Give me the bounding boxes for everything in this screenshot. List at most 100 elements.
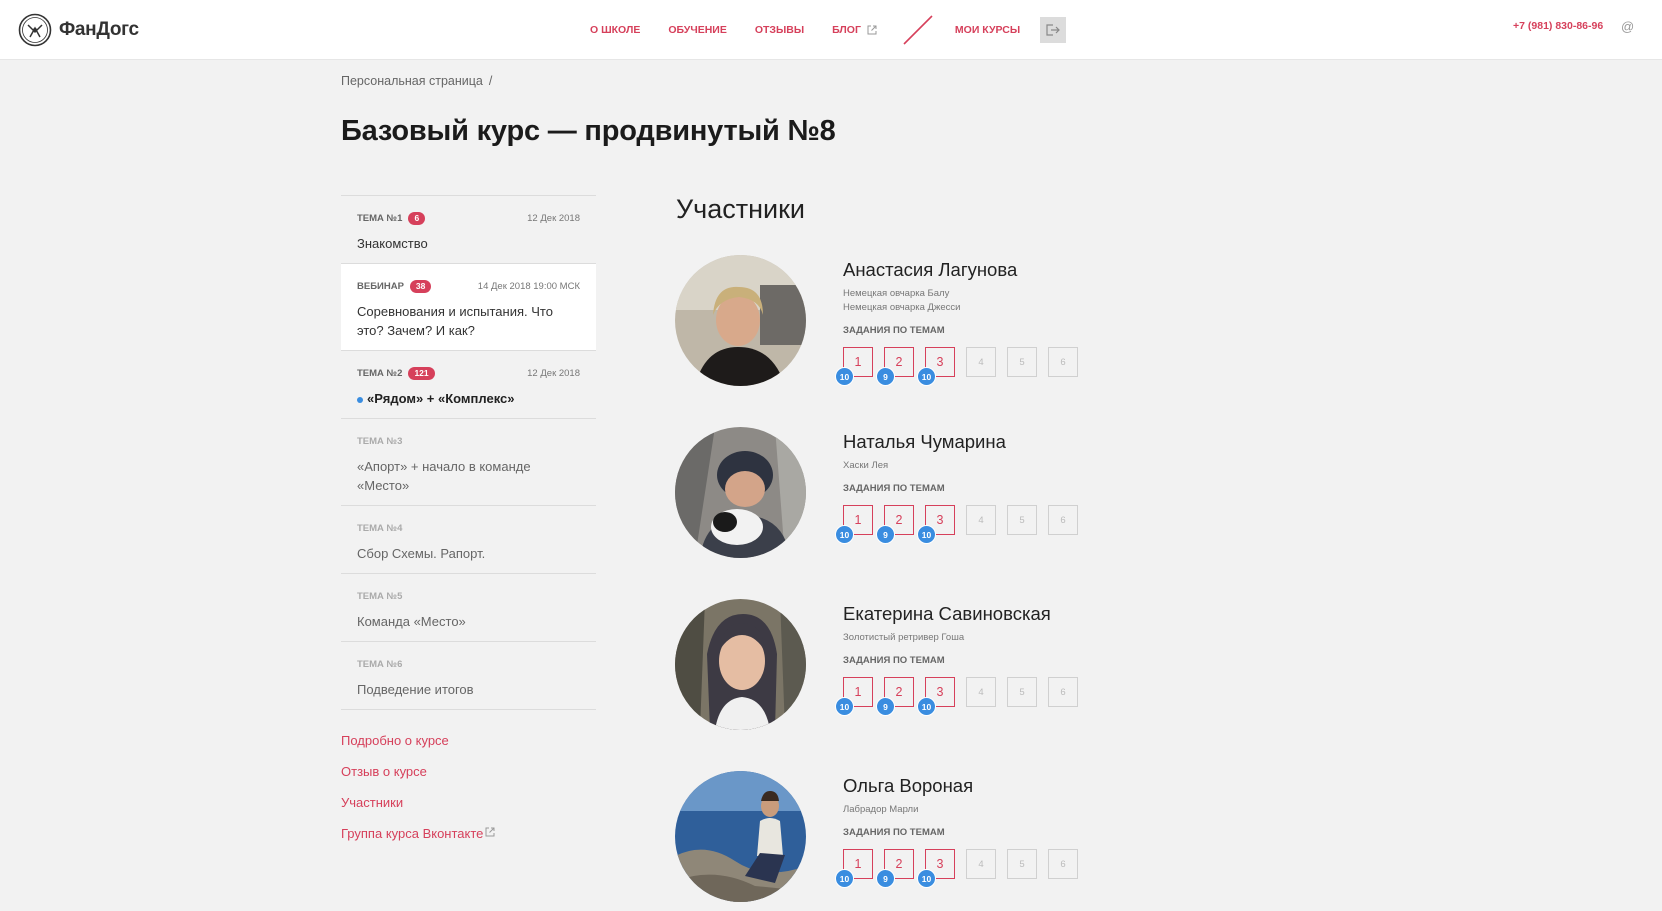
topic-item[interactable]: ТЕМА №5 Команда «Место» [341, 574, 596, 642]
participant-dogs: Золотистый ретривер Гоша [843, 631, 1089, 645]
logo-text: ФанДогс [59, 19, 139, 40]
task-number: 6 [1060, 356, 1066, 368]
participant-name[interactable]: Анастасия Лагунова [843, 259, 1089, 281]
participant-name[interactable]: Екатерина Савиновская [843, 603, 1089, 625]
task-box[interactable]: 3 10 [917, 347, 955, 386]
topic-item[interactable]: ТЕМА №6 Подведение итогов [341, 642, 596, 710]
task-box[interactable]: 3 10 [917, 677, 955, 716]
participant-card: Анастасия Лагунова Немецкая овчарка Балу… [675, 255, 1195, 395]
task-box[interactable]: 29 [876, 505, 914, 544]
topic-item-current[interactable]: ТЕМА №2 121 12 Дек 2018 «Рядом» + «Компл… [341, 351, 596, 419]
topic-meta: ТЕМА №3 [357, 435, 580, 448]
link-participants[interactable]: Участники [341, 793, 495, 812]
task-box[interactable]: 29 [876, 677, 914, 716]
avatar[interactable] [675, 427, 806, 558]
nav-blog[interactable]: БЛОГ [832, 24, 877, 36]
topic-item[interactable]: ТЕМА №1 6 12 Дек 2018 Знакомство [341, 196, 596, 264]
link-course-details[interactable]: Подробно о курсе [341, 731, 495, 750]
task-box-empty: 5 [1007, 677, 1037, 707]
topic-meta: ВЕБИНАР 38 14 Дек 2018 19:00 МСК [357, 280, 580, 293]
task-box[interactable]: 1 10 [835, 677, 873, 716]
link-course-review[interactable]: Отзыв о курсе [341, 762, 495, 781]
topic-title: «Рядом» + «Комплекс» [367, 391, 515, 406]
email-at-icon[interactable]: @ [1621, 19, 1634, 34]
score-badge: 10 [835, 697, 854, 716]
task-box[interactable]: 3 10 [917, 505, 955, 544]
nav-about[interactable]: О ШКОЛЕ [590, 24, 640, 36]
participant-dogs: Хаски Лея [843, 459, 1089, 473]
topic-item[interactable]: ТЕМА №3 «Апорт» + начало в команде «Мест… [341, 419, 596, 506]
nav-learning[interactable]: ОБУЧЕНИЕ [668, 24, 727, 36]
topic-count-badge: 121 [408, 367, 435, 380]
task-box[interactable]: 1 10 [835, 347, 873, 386]
task-box[interactable]: 29 [876, 849, 914, 888]
topic-meta: ТЕМА №4 [357, 522, 580, 535]
logo[interactable]: ФанДогс [18, 13, 139, 47]
logout-button[interactable] [1040, 16, 1067, 43]
avatar[interactable] [675, 599, 806, 730]
task-box-empty: 4 [966, 505, 996, 535]
task-box-empty: 4 [966, 347, 996, 377]
score-badge: 10 [917, 367, 936, 386]
topic-item-webinar[interactable]: ВЕБИНАР 38 14 Дек 2018 19:00 МСК Соревно… [341, 264, 596, 351]
topic-meta: ТЕМА №1 6 12 Дек 2018 [357, 212, 580, 225]
task-box-empty: 6 [1048, 849, 1078, 879]
site-header: ФанДогс О ШКОЛЕ ОБУЧЕНИЕ ОТЗЫВЫ БЛОГ МОИ… [0, 0, 1662, 60]
tasks-label: ЗАДАНИЯ ПО ТЕМАМ [843, 827, 945, 838]
task-list: 1 10 29 3 10 4 5 6 [835, 677, 1089, 716]
avatar-photo [675, 255, 806, 386]
task-number: 6 [1060, 858, 1066, 870]
phone-link[interactable]: +7 (981) 830-86-96 [1513, 20, 1603, 32]
participant-info: Ольга Вороная Лабрадор Марли ЗАДАНИЯ ПО … [835, 775, 1089, 888]
participants-heading: Участники [676, 194, 805, 224]
participant-card: Екатерина Савиновская Золотистый ретриве… [675, 599, 1195, 739]
task-number: 2 [895, 685, 903, 699]
topic-label: ТЕМА №5 [357, 591, 403, 602]
nav-reviews[interactable]: ОТЗЫВЫ [755, 24, 804, 36]
topic-title-row: «Рядом» + «Комплекс» [357, 389, 580, 408]
task-number: 3 [936, 685, 944, 699]
task-number: 6 [1060, 514, 1066, 526]
task-number: 4 [978, 514, 984, 526]
task-box[interactable]: 29 [876, 347, 914, 386]
link-vk-group[interactable]: Группа курса Вконтакте [341, 824, 495, 843]
main-nav: О ШКОЛЕ ОБУЧЕНИЕ ОТЗЫВЫ БЛОГ МОИ КУРСЫ [590, 0, 1067, 59]
avatar[interactable] [675, 771, 806, 902]
task-box-empty: 5 [1007, 347, 1037, 377]
avatar[interactable] [675, 255, 806, 386]
breadcrumb-personal-page[interactable]: Персональная страница [341, 74, 483, 88]
breadcrumb-separator: / [488, 74, 493, 88]
participant-dogs: Лабрадор Марли [843, 803, 1089, 817]
avatar-photo [675, 771, 806, 902]
task-box[interactable]: 3 10 [917, 849, 955, 888]
topic-date: 12 Дек 2018 [527, 368, 580, 379]
topic-title: Сбор Схемы. Рапорт. [357, 546, 486, 561]
score-badge: 10 [835, 869, 854, 888]
task-box-empty: 4 [966, 677, 996, 707]
participant-info: Екатерина Савиновская Золотистый ретриве… [835, 603, 1089, 716]
topic-title: «Апорт» + начало в команде «Место» [357, 459, 531, 493]
participant-name[interactable]: Наталья Чумарина [843, 431, 1089, 453]
topic-count-badge: 38 [409, 280, 432, 293]
task-list: 1 10 29 3 10 4 5 6 [835, 505, 1089, 544]
task-box[interactable]: 1 10 [835, 505, 873, 544]
topic-label: ТЕМА №4 [357, 523, 403, 534]
nav-my-courses[interactable]: МОИ КУРСЫ [955, 24, 1020, 36]
task-number: 5 [1019, 686, 1025, 698]
logout-icon [1046, 23, 1060, 36]
participant-name[interactable]: Ольга Вороная [843, 775, 1089, 797]
task-box-empty: 4 [966, 849, 996, 879]
task-number: 5 [1019, 514, 1025, 526]
task-number: 2 [895, 513, 903, 527]
score-badge: 9 [876, 869, 895, 888]
topic-title: Подведение итогов [357, 682, 474, 697]
task-box[interactable]: 1 10 [835, 849, 873, 888]
topic-label: ВЕБИНАР [357, 281, 404, 292]
task-number: 6 [1060, 686, 1066, 698]
avatar-photo [675, 599, 806, 730]
topic-meta: ТЕМА №2 121 12 Дек 2018 [357, 367, 580, 380]
topic-item[interactable]: ТЕМА №4 Сбор Схемы. Рапорт. [341, 506, 596, 574]
divider-slash-icon [903, 14, 933, 45]
dog-name: Немецкая овчарка Балу [843, 288, 950, 299]
link-vk-group-label: Группа курса Вконтакте [341, 826, 484, 841]
